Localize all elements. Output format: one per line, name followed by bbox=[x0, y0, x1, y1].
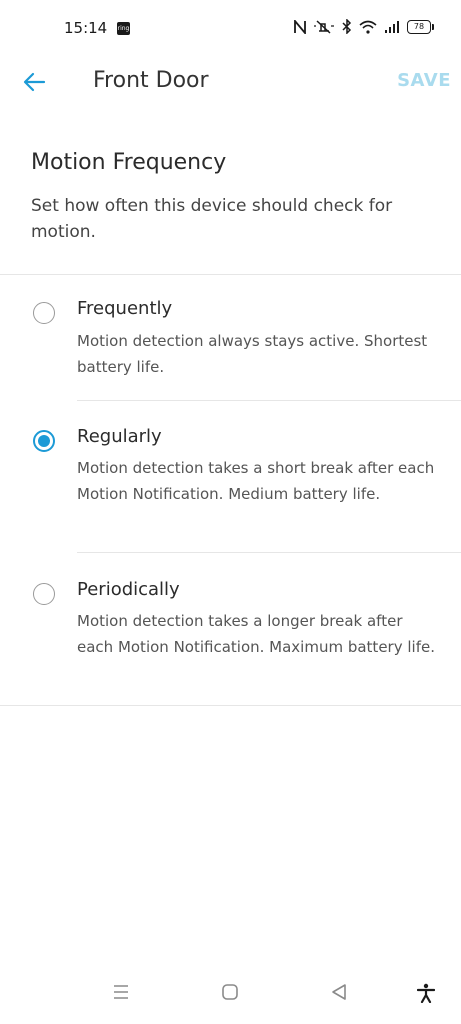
bluetooth-icon bbox=[342, 19, 352, 34]
mute-icon bbox=[314, 19, 334, 34]
status-icons: 78 bbox=[294, 19, 434, 34]
radio-frequently[interactable] bbox=[33, 302, 55, 324]
system-nav-bar bbox=[0, 975, 461, 1020]
option-description: Motion detection always stays active. Sh… bbox=[77, 332, 428, 376]
radio-regularly[interactable] bbox=[33, 430, 55, 452]
option-periodically[interactable]: Periodically Motion detection takes a lo… bbox=[0, 579, 461, 704]
back-arrow-icon bbox=[23, 72, 46, 92]
option-title: Frequently bbox=[77, 298, 173, 319]
status-bar: 15:14 ring 78 bbox=[0, 0, 461, 58]
nfc-icon bbox=[294, 19, 306, 34]
option-frequently[interactable]: Frequently Motion detection always stays… bbox=[0, 298, 461, 398]
battery-icon: 78 bbox=[407, 19, 434, 34]
home-icon bbox=[222, 984, 238, 1000]
page-title: Front Door bbox=[93, 68, 209, 93]
system-back-button[interactable] bbox=[330, 983, 348, 1005]
option-title: Regularly bbox=[77, 426, 162, 447]
radio-periodically[interactable] bbox=[33, 583, 55, 605]
home-button[interactable] bbox=[221, 983, 239, 1005]
divider bbox=[77, 400, 461, 401]
option-description: Motion detection takes a longer break af… bbox=[77, 612, 435, 656]
app-bar: Front Door SAVE bbox=[0, 58, 461, 106]
divider bbox=[0, 705, 461, 706]
option-description: Motion detection takes a short break aft… bbox=[77, 459, 435, 503]
back-triangle-icon bbox=[332, 984, 346, 1000]
back-button[interactable] bbox=[20, 68, 52, 96]
accessibility-button[interactable] bbox=[416, 983, 436, 1007]
recent-apps-button[interactable] bbox=[112, 983, 130, 1005]
option-title: Periodically bbox=[77, 579, 180, 600]
section-description: Set how often this device should check f… bbox=[31, 196, 393, 242]
section-title: Motion Frequency bbox=[31, 150, 227, 175]
wifi-icon bbox=[359, 20, 377, 34]
signal-icon bbox=[385, 21, 399, 33]
save-button[interactable]: SAVE bbox=[397, 70, 451, 91]
divider bbox=[77, 552, 461, 553]
option-regularly[interactable]: Regularly Motion detection takes a short… bbox=[0, 426, 461, 551]
divider bbox=[0, 274, 461, 275]
ring-app-badge: ring bbox=[117, 22, 130, 35]
status-time: 15:14 bbox=[64, 19, 108, 37]
accessibility-icon bbox=[416, 983, 436, 1004]
menu-icon bbox=[114, 985, 128, 999]
